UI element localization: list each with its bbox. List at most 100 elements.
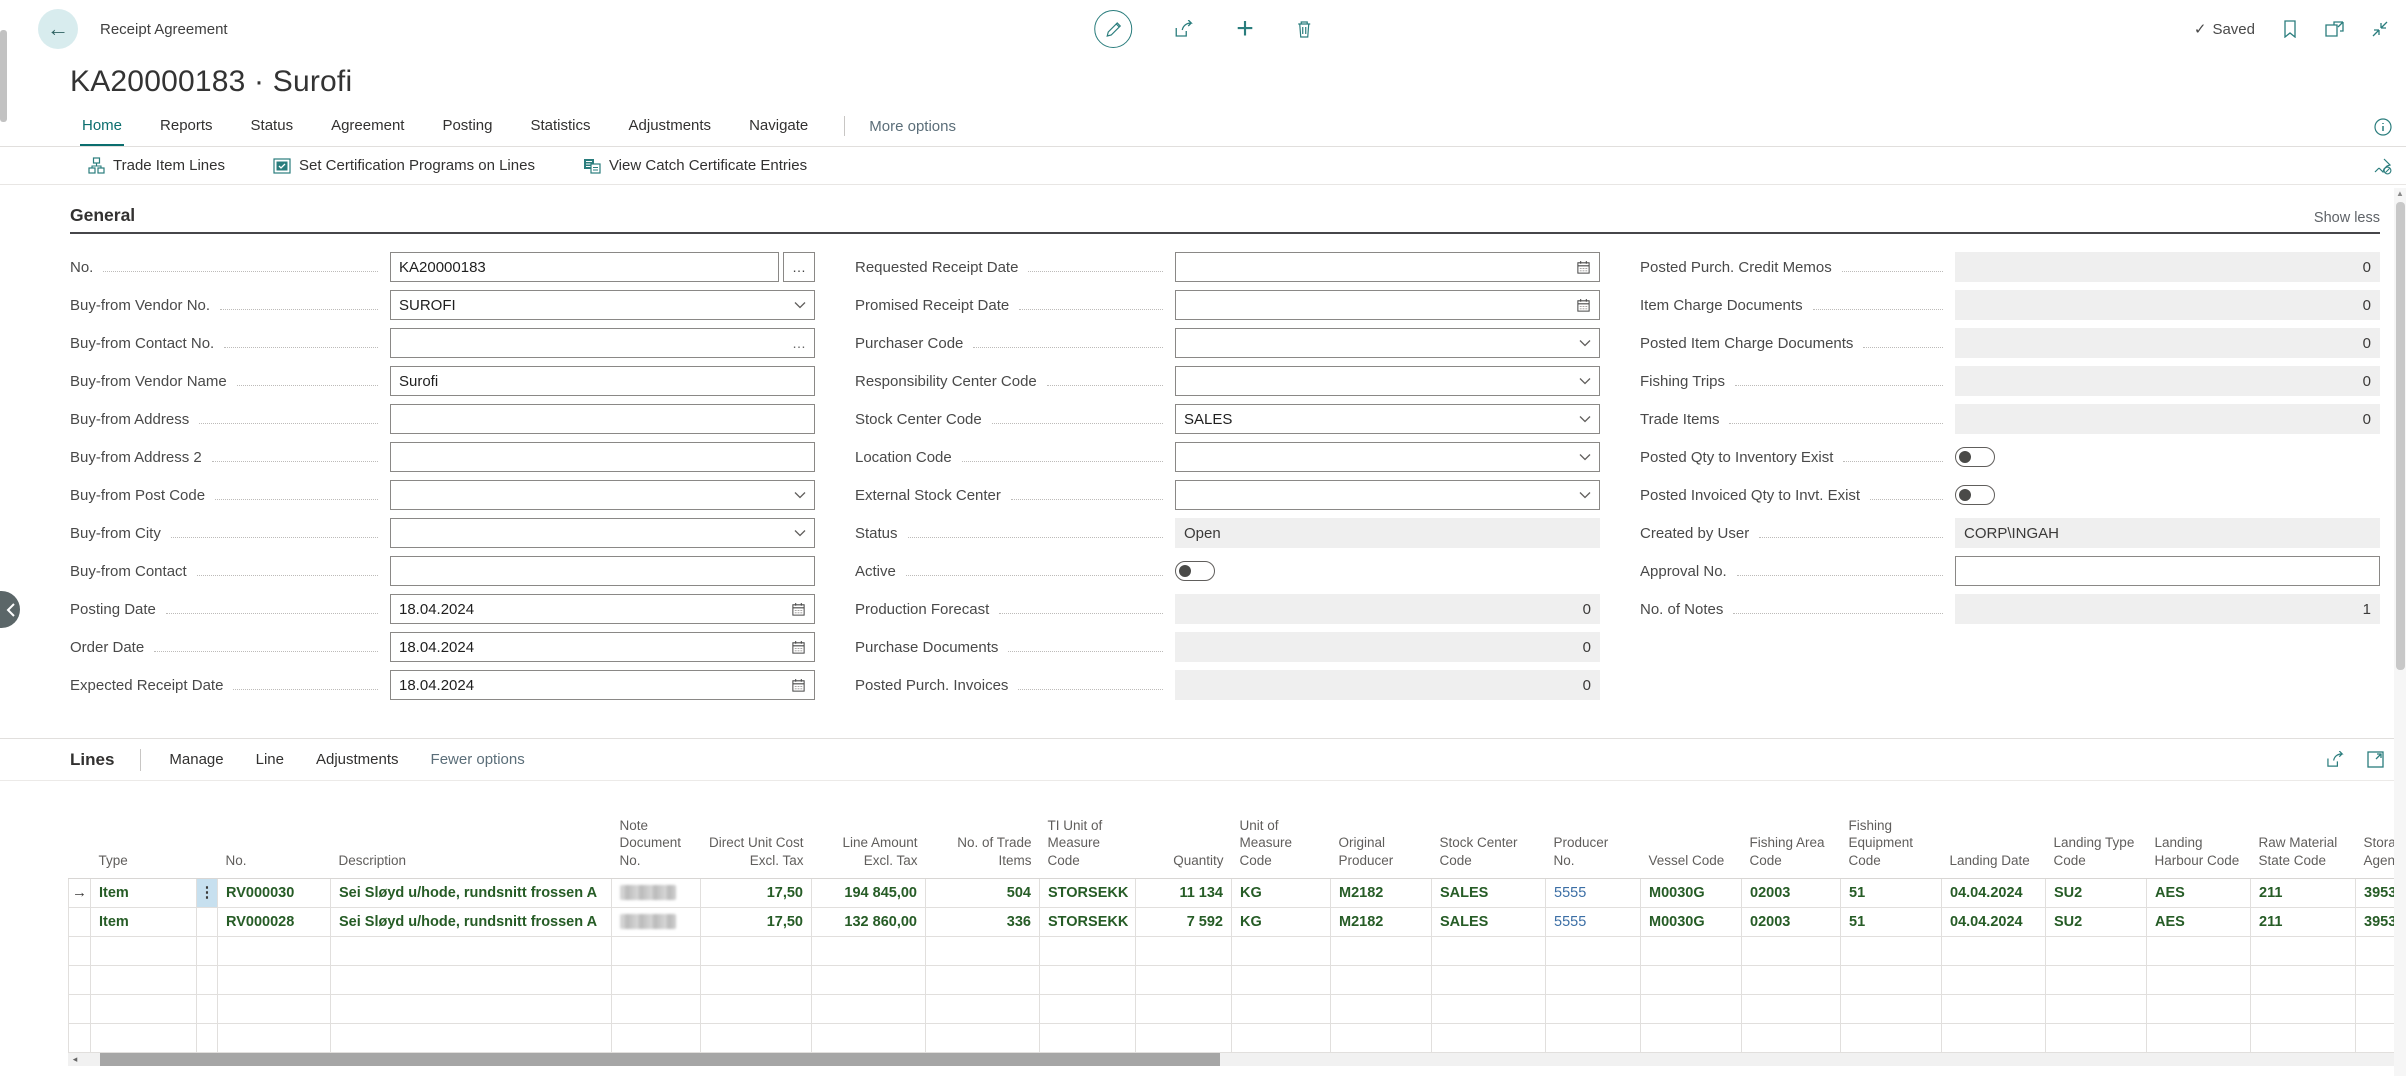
tab-status[interactable]: Status [249, 106, 296, 146]
trade-item-lines-button[interactable]: Trade Item Lines [88, 157, 225, 174]
more-options-button[interactable]: More options [869, 106, 956, 146]
col-stock-center-code[interactable]: Stock Center Code [1432, 781, 1546, 878]
cell-description[interactable]: Sei Sløyd u/hode, rundsnitt frossen A [331, 878, 612, 907]
calendar-icon[interactable] [1576, 298, 1591, 313]
buy-from-vendor-no-input[interactable]: SUROFI [390, 290, 815, 320]
vertical-scrollbar-thumb[interactable] [2396, 202, 2405, 670]
tab-adjustments[interactable]: Adjustments [627, 106, 714, 146]
cell-producer-no[interactable]: 5555 [1546, 907, 1641, 936]
cell-landing-type-code[interactable]: SU2 [2046, 907, 2147, 936]
cell-unit-of-measure[interactable]: KG [1232, 878, 1331, 907]
lines-menu-manage[interactable]: Manage [169, 751, 223, 768]
scroll-up-icon[interactable]: ▲ [2394, 189, 2406, 198]
cell-direct-unit-cost[interactable]: 17,50 [701, 878, 812, 907]
cell-no[interactable]: RV000030 [218, 878, 331, 907]
cell-note-document-no[interactable] [612, 878, 701, 907]
cell-stock-center-code[interactable]: SALES [1432, 878, 1546, 907]
chevron-down-icon[interactable] [1579, 415, 1591, 423]
cell-landing-date[interactable]: 04.04.2024 [1942, 907, 2046, 936]
col-landing-harbour-code[interactable]: Landing Harbour Code [2147, 781, 2251, 878]
buy-from-post-code-input[interactable] [390, 480, 815, 510]
chevron-down-icon[interactable] [794, 301, 806, 309]
left-scrollbar-thumb[interactable] [0, 30, 7, 122]
col-note-document-no[interactable]: Note Document No. [612, 781, 701, 878]
chevron-down-icon[interactable] [1579, 491, 1591, 499]
cell-raw-material-state-code[interactable]: 211 [2251, 907, 2356, 936]
col-direct-unit-cost[interactable]: Direct Unit Cost Excl. Tax [701, 781, 812, 878]
active-toggle[interactable] [1175, 561, 1215, 581]
chevron-down-icon[interactable] [1579, 377, 1591, 385]
col-producer-no[interactable]: Producer No. [1546, 781, 1641, 878]
buy-from-address-input[interactable] [390, 404, 815, 434]
col-vessel-code[interactable]: Vessel Code [1641, 781, 1742, 878]
posted-qty-to-inventory-toggle[interactable] [1955, 447, 1995, 467]
no-input[interactable]: KA20000183 [390, 252, 779, 282]
chevron-down-icon[interactable] [1579, 453, 1591, 461]
back-button[interactable]: ← [38, 9, 78, 49]
requested-receipt-date-input[interactable] [1175, 252, 1600, 282]
cell-description[interactable]: Sei Sløyd u/hode, rundsnitt frossen A [331, 907, 612, 936]
posting-date-input[interactable]: 18.04.2024 [390, 594, 815, 624]
ellipsis-icon[interactable]: … [792, 335, 806, 351]
cell-line-amount[interactable]: 194 845,00 [812, 878, 926, 907]
calendar-icon[interactable] [791, 678, 806, 693]
col-raw-material-state-code[interactable]: Raw Material State Code [2251, 781, 2356, 878]
delete-button[interactable] [1296, 20, 1312, 38]
cell-direct-unit-cost[interactable]: 17,50 [701, 907, 812, 936]
cell-original-producer[interactable]: M2182 [1331, 878, 1432, 907]
stock-center-code-input[interactable]: SALES [1175, 404, 1600, 434]
col-quantity[interactable]: Quantity [1136, 781, 1232, 878]
buy-from-contact-no-input[interactable]: … [390, 328, 815, 358]
cell-no-of-trade-items[interactable]: 336 [926, 907, 1040, 936]
buy-from-city-input[interactable] [390, 518, 815, 548]
approval-no-input[interactable] [1955, 556, 2380, 586]
cell-no[interactable]: RV000028 [218, 907, 331, 936]
col-landing-date[interactable]: Landing Date [1942, 781, 2046, 878]
bookmark-button[interactable] [2283, 20, 2297, 38]
lines-share-button[interactable] [2326, 751, 2345, 768]
open-in-new-window-button[interactable] [2325, 21, 2344, 37]
cell-ti-unit-of-measure[interactable]: STORSEKK [1040, 907, 1136, 936]
cell-fishing-area-code[interactable]: 02003 [1742, 878, 1841, 907]
col-type[interactable]: Type [91, 781, 197, 878]
cell-landing-date[interactable]: 04.04.2024 [1942, 878, 2046, 907]
tab-agreement[interactable]: Agreement [329, 106, 406, 146]
col-landing-type-code[interactable]: Landing Type Code [2046, 781, 2147, 878]
col-no-of-trade-items[interactable]: No. of Trade Items [926, 781, 1040, 878]
cell-note-document-no[interactable] [612, 907, 701, 936]
cell-raw-material-state-code[interactable]: 211 [2251, 878, 2356, 907]
chevron-down-icon[interactable] [794, 491, 806, 499]
share-button[interactable] [1174, 20, 1194, 38]
lines-focus-mode-button[interactable] [2367, 751, 2384, 768]
buy-from-address-2-input[interactable] [390, 442, 815, 472]
col-line-amount[interactable]: Line Amount Excl. Tax [812, 781, 926, 878]
info-button[interactable] [2374, 118, 2392, 136]
cell-type[interactable]: Item [91, 907, 197, 936]
cell-fishing-equipment-code[interactable]: 51 [1841, 907, 1942, 936]
cell-stock-center-code[interactable]: SALES [1432, 907, 1546, 936]
buy-from-vendor-name-input[interactable]: Surofi [390, 366, 815, 396]
fewer-options-button[interactable]: Fewer options [431, 751, 525, 768]
collapse-window-button[interactable] [2372, 21, 2388, 37]
lines-menu-adjustments[interactable]: Adjustments [316, 751, 399, 768]
cell-vessel-code[interactable]: M0030G [1641, 878, 1742, 907]
cell-type[interactable]: Item [91, 878, 197, 907]
cell-landing-harbour-code[interactable]: AES [2147, 907, 2251, 936]
calendar-icon[interactable] [791, 602, 806, 617]
cell-fishing-area-code[interactable]: 02003 [1742, 907, 1841, 936]
set-certification-programs-button[interactable]: Set Certification Programs on Lines [273, 157, 535, 174]
no-assist-button[interactable]: … [783, 252, 815, 282]
posted-invoiced-qty-toggle[interactable] [1955, 485, 1995, 505]
cell-landing-type-code[interactable]: SU2 [2046, 878, 2147, 907]
col-unit-of-measure[interactable]: Unit of Measure Code [1232, 781, 1331, 878]
vertical-scrollbar[interactable]: ▲ [2394, 188, 2406, 1076]
lines-heading[interactable]: Lines [70, 750, 114, 770]
cell-ti-unit-of-measure[interactable]: STORSEKK [1040, 878, 1136, 907]
col-fishing-equipment-code[interactable]: Fishing Equipment Code [1841, 781, 1942, 878]
col-description[interactable]: Description [331, 781, 612, 878]
location-code-input[interactable] [1175, 442, 1600, 472]
cell-quantity[interactable]: 11 134 [1136, 878, 1232, 907]
tab-reports[interactable]: Reports [158, 106, 215, 146]
order-date-input[interactable]: 18.04.2024 [390, 632, 815, 662]
chevron-down-icon[interactable] [1579, 339, 1591, 347]
